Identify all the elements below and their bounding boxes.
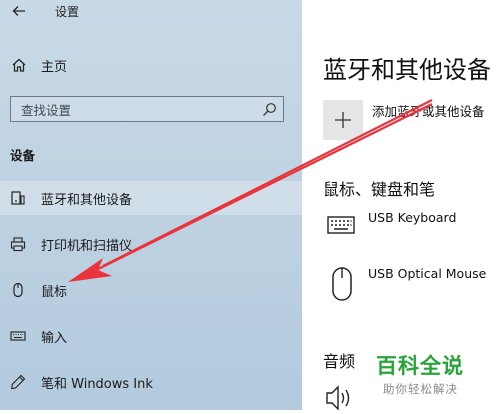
- keyboard-device-icon: [327, 215, 355, 239]
- sidebar-item-printers[interactable]: 打印机和扫描仪: [0, 227, 302, 261]
- keyboard-icon: [10, 328, 26, 344]
- title-bar: 设置: [0, 0, 302, 26]
- mouse-device-icon: [331, 266, 353, 306]
- sidebar-item-mouse[interactable]: 鼠标: [0, 273, 302, 307]
- device-item-mouse[interactable]: USB Optical Mouse: [323, 266, 500, 306]
- sidebar-item-label: 打印机和扫描仪: [41, 239, 133, 254]
- page-title: 蓝牙和其他设备: [323, 56, 491, 84]
- back-arrow-icon[interactable]: [9, 1, 29, 21]
- sidebar-item-label: 输入: [41, 331, 68, 346]
- search-icon[interactable]: [262, 102, 277, 117]
- sidebar-item-pen[interactable]: 笔和 Windows Ink: [0, 365, 302, 399]
- section-heading-devices: 设备: [10, 148, 36, 163]
- sidebar-item-bluetooth[interactable]: 蓝牙和其他设备: [0, 181, 302, 215]
- watermark-subtext: 助你轻松解决: [383, 382, 458, 396]
- section-heading-audio: 音频: [323, 352, 356, 371]
- sidebar-item-label: 笔和 Windows Ink: [41, 377, 153, 392]
- search-input[interactable]: [19, 100, 253, 120]
- sidebar-item-label: 蓝牙和其他设备: [41, 193, 133, 208]
- pen-icon: [10, 374, 26, 390]
- printer-icon: [10, 236, 26, 252]
- sidebar-item-typing[interactable]: 输入: [0, 319, 302, 353]
- device-name: USB Keyboard: [368, 210, 457, 225]
- window-title: 设置: [55, 5, 80, 19]
- mouse-icon: [10, 282, 26, 298]
- watermark-text: 百科全说: [376, 354, 464, 378]
- sidebar-item-label: 鼠标: [41, 285, 68, 300]
- plus-icon: [334, 111, 352, 129]
- home-label: 主页: [41, 60, 68, 75]
- sidebar: 设置 主页 设备 蓝牙和其他设备 打印机和扫描仪 鼠标: [0, 0, 302, 410]
- device-item-keyboard[interactable]: USB Keyboard: [323, 210, 500, 250]
- speaker-icon: [325, 384, 355, 411]
- section-heading-mouse-keyboard-pen: 鼠标、键盘和笔: [323, 180, 436, 199]
- sidebar-item-home[interactable]: 主页: [0, 50, 302, 80]
- add-device-button[interactable]: [323, 100, 363, 140]
- add-device-label[interactable]: 添加蓝牙或其他设备: [372, 101, 485, 120]
- search-box[interactable]: [10, 96, 284, 122]
- device-name: USB Optical Mouse: [368, 266, 487, 281]
- home-icon: [11, 57, 27, 73]
- bluetooth-devices-icon: [10, 190, 26, 206]
